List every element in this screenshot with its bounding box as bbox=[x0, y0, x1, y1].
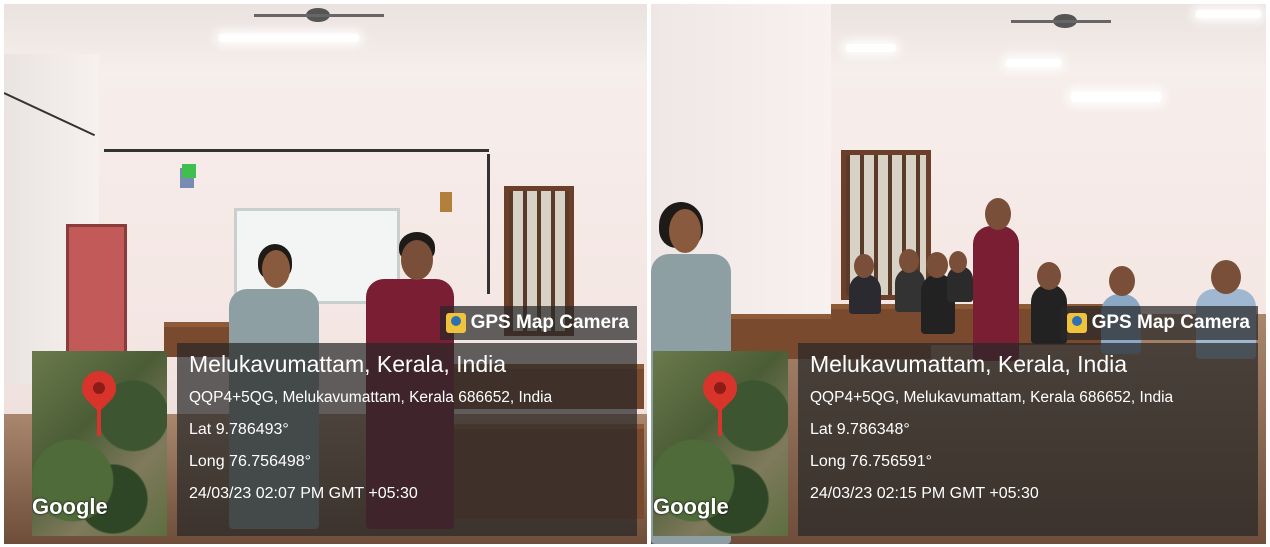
face bbox=[401, 240, 433, 280]
gps-map-camera-badge: GPS Map Camera bbox=[1060, 306, 1258, 340]
classroom-photo-left: GPS Map Camera Google Melukavumattam, Ke… bbox=[4, 4, 647, 544]
camera-app-icon bbox=[445, 313, 466, 333]
face bbox=[1211, 260, 1241, 294]
map-pin-icon bbox=[695, 363, 745, 413]
address: QQP4+5QG, Melukavumattam, Kerala 686652,… bbox=[810, 389, 1174, 406]
ceiling-light bbox=[846, 44, 896, 52]
student bbox=[849, 274, 881, 314]
google-logo: Google bbox=[32, 494, 108, 519]
place-name: Melukavumattam, Kerala, India bbox=[810, 351, 1128, 377]
classroom-photo-right: GPS Map Camera Google Melukavumattam, Ke… bbox=[651, 4, 1266, 544]
map-pin-tail bbox=[97, 406, 101, 436]
latitude: Lat 9.786493° bbox=[189, 421, 289, 438]
timestamp: 24/03/23 02:07 PM GMT +05:30 bbox=[189, 485, 418, 502]
conduit bbox=[487, 154, 490, 294]
map-pin-icon bbox=[74, 363, 124, 413]
longitude: Long 76.756591° bbox=[810, 453, 933, 470]
face bbox=[262, 250, 290, 288]
fan-blade bbox=[1011, 20, 1111, 23]
geotag-overlay: GPS Map Camera Google Melukavumattam, Ke… bbox=[32, 306, 637, 536]
face bbox=[854, 254, 874, 278]
person bbox=[973, 226, 1019, 361]
latitude: Lat 9.786348° bbox=[810, 421, 910, 438]
ceiling-light bbox=[1196, 10, 1261, 18]
fan-blade bbox=[254, 14, 384, 17]
map-pin-tail bbox=[718, 406, 722, 436]
ceiling-light bbox=[1006, 59, 1061, 67]
gps-map-camera-badge: GPS Map Camera bbox=[439, 306, 637, 340]
badge-label: GPS Map Camera bbox=[470, 312, 629, 333]
satellite-map-thumbnail: Google bbox=[32, 351, 167, 536]
satellite-map-thumbnail: Google bbox=[653, 351, 788, 536]
face bbox=[949, 251, 967, 273]
face bbox=[985, 198, 1011, 230]
ceiling-light bbox=[1071, 92, 1161, 102]
face bbox=[1109, 266, 1135, 296]
place-name: Melukavumattam, Kerala, India bbox=[189, 351, 507, 377]
face bbox=[899, 249, 919, 273]
address: QQP4+5QG, Melukavumattam, Kerala 686652,… bbox=[189, 389, 553, 406]
badge-label: GPS Map Camera bbox=[1091, 312, 1250, 333]
geotag-overlay: GPS Map Camera Google Melukavumattam, Ke… bbox=[653, 306, 1258, 536]
face bbox=[669, 209, 701, 253]
google-logo: Google bbox=[653, 494, 729, 519]
camera-app-icon bbox=[1066, 313, 1087, 333]
face bbox=[926, 252, 948, 278]
door bbox=[66, 224, 127, 360]
exit-sign bbox=[182, 164, 196, 178]
timestamp: 24/03/23 02:15 PM GMT +05:30 bbox=[810, 485, 1039, 502]
longitude: Long 76.756498° bbox=[189, 453, 312, 470]
poster bbox=[440, 192, 452, 212]
conduit bbox=[104, 149, 489, 152]
face bbox=[1037, 262, 1061, 290]
ceiling-light bbox=[219, 34, 359, 42]
